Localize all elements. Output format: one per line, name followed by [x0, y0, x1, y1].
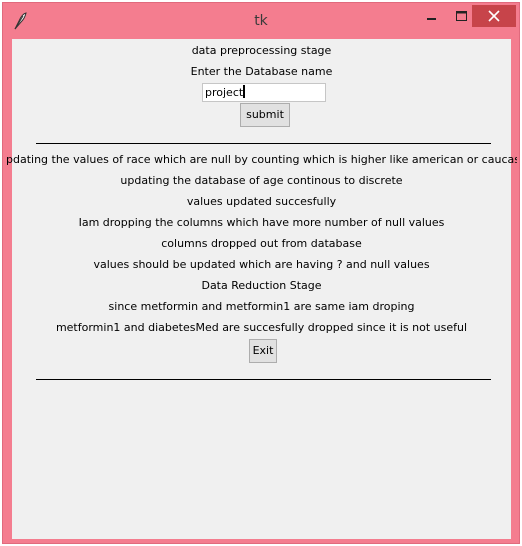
submit-button[interactable]: submit	[240, 103, 290, 127]
text-caret	[243, 85, 246, 98]
message-race-update: pdating the values of race which are nul…	[6, 153, 517, 166]
minimize-icon	[427, 18, 436, 20]
message-metformin-dropped: metformin1 and diabetesMed are succesful…	[55, 321, 468, 334]
close-icon	[488, 10, 500, 22]
db-name-prompt: Enter the Database name	[190, 65, 333, 78]
stage-label: data preprocessing stage	[191, 44, 332, 57]
database-name-input[interactable]: project	[202, 83, 326, 102]
exit-button[interactable]: Exit	[249, 339, 277, 363]
minimize-button[interactable]	[417, 3, 447, 31]
database-name-value: project	[205, 86, 244, 99]
message-metformin-same: since metformin and metformin1 are same …	[108, 300, 415, 313]
tk-window: tk data preprocessing stage Enter the Da…	[2, 2, 520, 544]
message-columns-dropped: columns dropped out from database	[161, 237, 362, 250]
separator-top	[36, 143, 491, 144]
close-button[interactable]	[472, 5, 516, 27]
window-content: data preprocessing stage Enter the Datab…	[6, 39, 517, 539]
title-bar[interactable]: tk	[3, 3, 519, 39]
separator-bottom	[36, 379, 491, 380]
message-values-updated: values updated succesfully	[186, 195, 337, 208]
message-reduction-stage: Data Reduction Stage	[201, 279, 322, 292]
message-dropping-columns: Iam dropping the columns which have more…	[78, 216, 445, 229]
message-null-values: values should be updated which are havin…	[93, 258, 430, 271]
message-age-update: updating the database of age continous t…	[120, 174, 403, 187]
